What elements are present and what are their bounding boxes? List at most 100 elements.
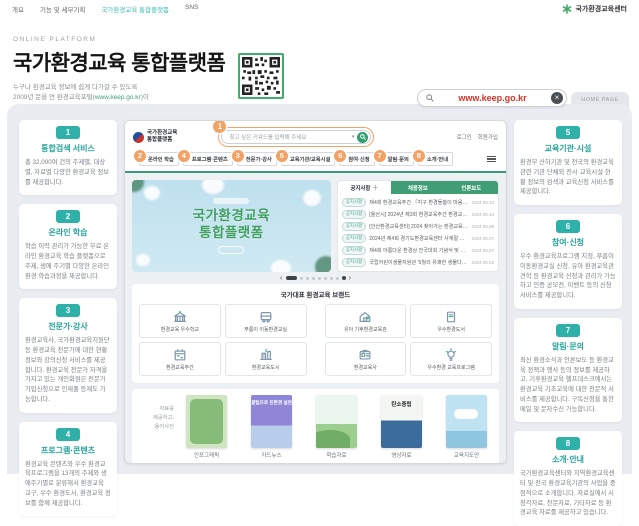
cover-image <box>186 395 227 448</box>
city-icon <box>259 348 273 362</box>
brand-card-kids-center[interactable]: 유아 기후환경교육관 <box>325 304 407 338</box>
nav-about[interactable]: 8소개·안내 <box>418 152 453 166</box>
house-icon <box>358 310 372 324</box>
notice-row[interactable]: 공지사항2024년 제4회 경기도환경교육센터 사계절 숲 환경학교 모집..2… <box>342 233 494 244</box>
number-badge: 1 <box>56 126 80 139</box>
notice-board: 공지사항＋ 채용정보 언론보도 공지사항제4회 환경교육주간 「지구 환경돌봄이… <box>337 180 499 272</box>
eyebrow-text: ONLINE PLATFORM <box>13 36 313 43</box>
menu-platform[interactable]: 국가환경교육 통합플랫폼 <box>101 4 169 14</box>
brand-card-educator[interactable]: 환경교육사 <box>325 342 407 376</box>
login-link[interactable]: 로그인 <box>457 133 472 141</box>
plus-icon[interactable]: ＋ <box>372 183 378 192</box>
carousel-dot[interactable] <box>324 277 327 280</box>
menu-sns[interactable]: SNS <box>185 4 198 14</box>
tab-notice[interactable]: 공지사항＋ <box>338 181 391 194</box>
search-button[interactable] <box>357 132 368 143</box>
brand-card-edu-city[interactable]: 환경교육도시 <box>225 342 307 376</box>
notice-row[interactable]: 공지사항제4회 아름다운 환경상 전국대회 기념식 및 어린이 글짓기 시..2… <box>342 245 494 256</box>
cover-image <box>316 395 357 448</box>
notice-date: 2024.06.07 <box>471 236 494 241</box>
carousel-dot[interactable] <box>312 277 315 280</box>
card-desc: 학습 이력 관리가 가능한 무료 온라인 환경교육 학습 플랫폼으로 주제, 생… <box>25 242 111 281</box>
carousel-active-indicator[interactable] <box>286 276 297 280</box>
nav-participation[interactable]: 6참여·신청 <box>339 152 374 166</box>
banner-more-button[interactable] <box>218 246 244 254</box>
gov-symbol-icon <box>131 129 147 145</box>
annotation-4: 4 <box>178 150 190 162</box>
card-desc: 국가환경교육센터와 지역환경교육센터 및 전국 환경교육기관의 사업을 중점적으… <box>520 469 616 518</box>
cover-infographic[interactable]: 인포그래픽 <box>186 395 227 459</box>
search-input[interactable]: 찾고 싶은 키워드를 입력해 주세요 ▾ <box>221 130 371 144</box>
notice-badge: 공지사항 <box>342 210 367 219</box>
url-bar[interactable]: www.keep.go.kr × <box>417 89 567 107</box>
cover-video-material[interactable]: 탄소중립 영상자료 <box>381 395 422 459</box>
brand-card-edu-week[interactable]: 환경교육주간 <box>139 342 221 376</box>
card-title: 전문가·강사 <box>25 321 111 332</box>
main-area: 1 통합검색 서비스 총 32,000여 건의 주제별, 대상별, 자료별 다양… <box>7 104 632 474</box>
hamburger-menu-icon[interactable] <box>487 156 496 163</box>
center-logo[interactable]: 국가환경교육센터 <box>562 4 627 14</box>
cover-lesson-plan[interactable]: 교육지도안 <box>446 395 487 459</box>
carousel-dot[interactable] <box>336 277 339 280</box>
brand-card-best-programs[interactable]: 우수환경 교육프로그램 <box>410 342 492 376</box>
main-banner[interactable]: 국가환경교육통합플랫폼 <box>132 180 331 272</box>
site-logo[interactable]: 국가환경교육통합플랫폼 <box>133 130 177 143</box>
chevron-down-icon[interactable]: ▾ <box>352 134 355 140</box>
carousel-dot[interactable] <box>300 277 303 280</box>
qr-code <box>238 53 284 99</box>
site-screenshot: 국가환경교육통합플랫폼 1 찾고 싶은 키워드를 입력해 주세요 ▾ <box>124 120 507 464</box>
annotation-6: 6 <box>334 150 346 162</box>
tab-recruit[interactable]: 채용정보 <box>391 181 444 194</box>
notice-row[interactable]: 공지사항제4회 환경교육주간 「지구 환경돌봄이 마음의 학습」 안내2024.… <box>342 197 494 208</box>
top-bar: 개요 기능 및 세부기획 국가환경교육 통합플랫폼 SNS 국가환경교육센터 <box>0 0 639 17</box>
annotation-2: 2 <box>134 150 146 162</box>
brand-card-books[interactable]: 우수환경도서 <box>410 304 492 338</box>
notice-row[interactable]: 공지사항국립어린이생물자원관 '5월의 유쾌한 생물다양성 체험교..2024.… <box>342 257 494 268</box>
card-title: 온라인 학습 <box>25 227 111 238</box>
brand-card-eco-bus[interactable]: 푸름이 이동환경교실 <box>225 304 307 338</box>
cover-learning-material[interactable]: 학습자료 <box>316 395 357 459</box>
card-desc: 환경교육사, 국가환경교육지원단 등 환경교육 전문가에 대한 현황 정보와 강… <box>25 336 111 404</box>
number-badge: 6 <box>556 220 580 233</box>
banner-carousel: ‹ › <box>132 272 499 284</box>
carousel-dot[interactable] <box>330 277 333 280</box>
brand-title: 국가대표 환경교육 브랜드 <box>139 289 492 299</box>
site-search[interactable]: 1 찾고 싶은 키워드를 입력해 주세요 ▾ <box>218 127 374 147</box>
card-title: 소개·안내 <box>520 454 616 465</box>
contents-side-text: 자료를 제공하고, 용어사전 <box>140 395 174 432</box>
cover-cardnews[interactable]: 꿀팁으로 친환경 실천 카드뉴스 <box>251 395 292 459</box>
nav-online-learning[interactable]: 2온라인 학습 <box>139 152 179 166</box>
bus-icon <box>259 310 273 324</box>
keep-link[interactable]: www.keep.go.kr <box>95 94 141 101</box>
nav-institutions[interactable]: 5교육기관/교육시설 <box>281 152 335 166</box>
site-nav: 2온라인 학습 4프로그램·콘텐츠 3전문가·강사 5교육기관/교육시설 6참여… <box>133 152 498 171</box>
notice-title: 제4회 아름다운 환경상 전국대회 기념식 및 어린이 글짓기 시.. <box>369 247 468 254</box>
info-card-programs: 4 프로그램·콘텐츠 환경교육 콘텐츠와 우수 환경교육프로그램을 13개의 주… <box>19 422 117 517</box>
notice-row[interactable]: 공지사항[울산시] 2024년 제3회 환경교육주간 환경교육 홍보 및 체험부… <box>342 209 494 220</box>
card-title: 알림·문의 <box>520 341 616 352</box>
brand-card-school[interactable]: 환경교육 우수학교 <box>139 304 221 338</box>
info-card-online-learning: 2 온라인 학습 학습 이력 관리가 가능한 무료 온라인 환경교육 학습 플랫… <box>19 204 117 289</box>
nav-experts[interactable]: 3전문가·강사 <box>237 152 277 166</box>
card-title: 참여·신청 <box>520 237 616 248</box>
menu-features[interactable]: 기능 및 세부기획 <box>40 4 85 14</box>
notice-row[interactable]: 공지사항[안산환경교육센터] 2024 찾아가는 환경교육교실 참가신청 안내2… <box>342 221 494 232</box>
notice-title: 국립어린이생물자원관 '5월의 유쾌한 생물다양성 체험교.. <box>369 259 468 266</box>
carousel-dot[interactable] <box>318 277 321 280</box>
nav-programs[interactable]: 4프로그램·콘텐츠 <box>183 152 233 166</box>
clear-icon[interactable]: × <box>551 92 563 104</box>
info-card-participation: 6 참여·신청 우수 환경교육프로그램 지정, 푸름이 이동환경교실 신청, 유… <box>514 214 622 309</box>
carousel-dot[interactable] <box>306 277 309 280</box>
carousel-next-icon[interactable]: › <box>349 274 352 282</box>
tab-press[interactable]: 언론보도 <box>445 181 498 194</box>
site-body: 국가환경교육통합플랫폼 공지사항＋ 채용정보 언론보도 공지사항제4회 환경교육… <box>125 173 506 464</box>
calendar-icon <box>173 348 187 362</box>
banner-title: 국가환경교육통합플랫폼 <box>193 208 271 242</box>
search-icon <box>360 134 366 140</box>
carousel-prev-icon[interactable]: ‹ <box>280 274 283 282</box>
join-link[interactable]: 회원가입 <box>478 133 498 141</box>
menu-overview[interactable]: 개요 <box>12 4 24 14</box>
carousel-pause-icon[interactable] <box>342 276 346 280</box>
nav-notice[interactable]: 7알림·문의 <box>379 152 414 166</box>
number-badge: 8 <box>556 437 580 450</box>
